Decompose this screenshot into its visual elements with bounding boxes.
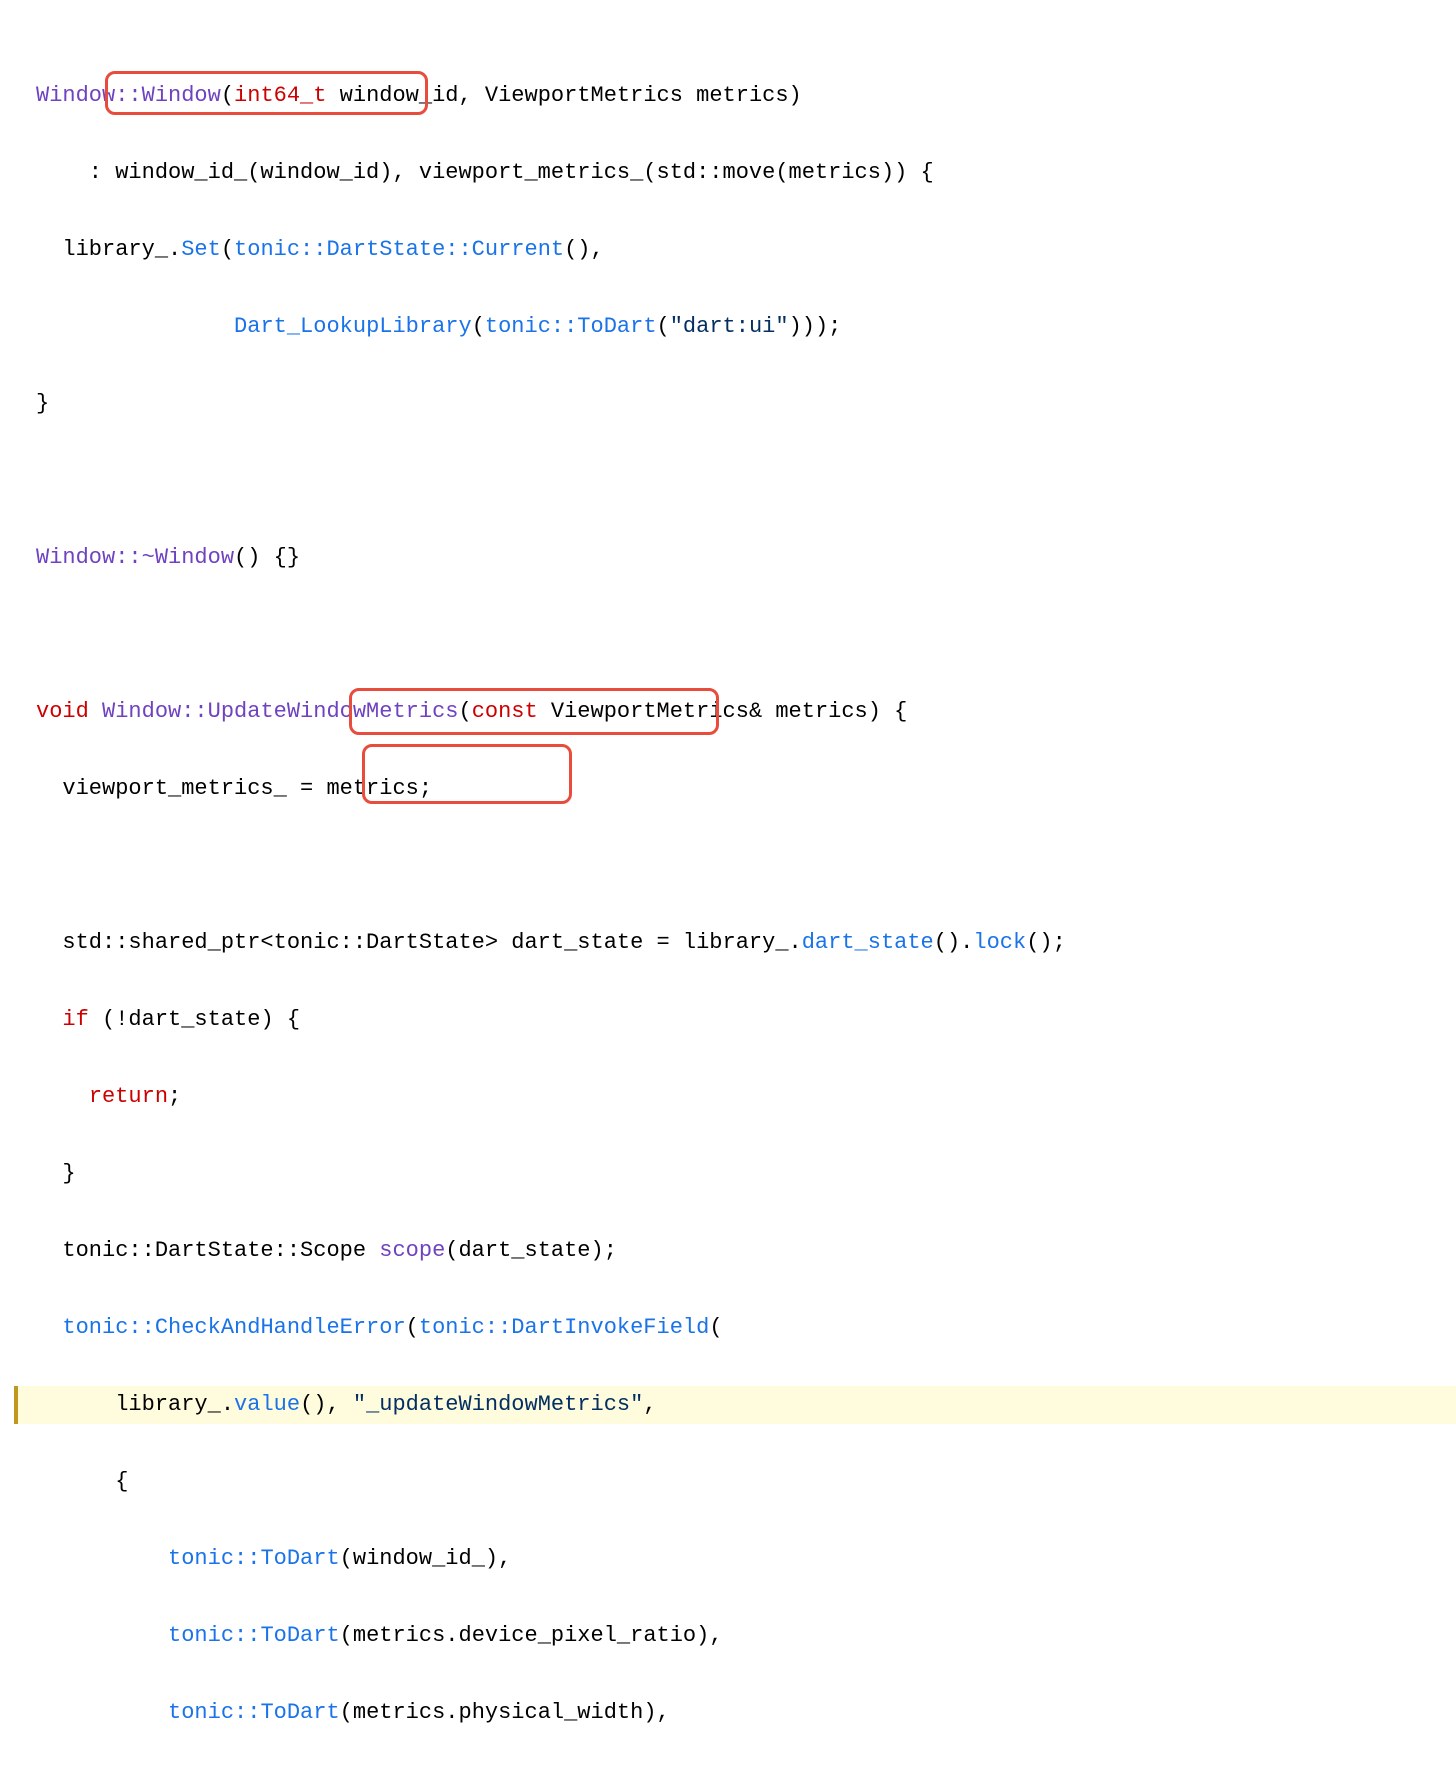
code-line-21: tonic::ToDart(metrics.device_pixel_ratio… — [36, 1617, 1456, 1656]
code-block: Window::Window(int64_t window_id, Viewpo… — [0, 0, 1456, 1771]
token-method: lock — [973, 930, 1026, 955]
code-line-10: viewport_metrics_ = metrics; — [36, 770, 1456, 809]
code-line-14: return; — [36, 1078, 1456, 1117]
token-string: "_updateWindowMetrics" — [353, 1392, 643, 1417]
token-class-method: Window::Window — [36, 83, 221, 108]
token-class-method: Window::UpdateWindowMetrics — [102, 699, 458, 724]
token-keyword: return — [89, 1084, 168, 1109]
code-line-19: { — [36, 1463, 1456, 1502]
token-qualified-name: tonic::ToDart — [168, 1546, 340, 1571]
code-line-12: std::shared_ptr<tonic::DartState> dart_s… — [36, 924, 1456, 963]
token-qualified-name: tonic::DartInvokeField — [419, 1315, 709, 1340]
token-keyword: if — [62, 1007, 88, 1032]
code-line-18-highlighted: library_.value(), "_updateWindowMetrics"… — [14, 1386, 1456, 1425]
token-qualified-name: tonic::ToDart — [168, 1623, 340, 1648]
token-method: dart_state — [802, 930, 934, 955]
code-line-13: if (!dart_state) { — [36, 1001, 1456, 1040]
code-line-1: Window::Window(int64_t window_id, Viewpo… — [36, 77, 1456, 116]
token-type: int64_t — [234, 83, 326, 108]
token-qualified-name: tonic::CheckAndHandleError — [62, 1315, 405, 1340]
code-line-5: } — [36, 385, 1456, 424]
code-line-blank-3 — [36, 847, 1456, 886]
token-string: "dart:ui" — [670, 314, 789, 339]
token-function: scope — [379, 1238, 445, 1263]
code-line-16: tonic::DartState::Scope scope(dart_state… — [36, 1232, 1456, 1271]
code-line-20: tonic::ToDart(window_id_), — [36, 1540, 1456, 1579]
token-method: Set — [181, 237, 221, 262]
token-function: Dart_LookupLibrary — [234, 314, 472, 339]
code-line-7: Window::~Window() {} — [36, 539, 1456, 578]
token-keyword: const — [472, 699, 538, 724]
code-line-3: library_.Set(tonic::DartState::Current()… — [36, 231, 1456, 270]
code-line-15: } — [36, 1155, 1456, 1194]
token-qualified-name: tonic::ToDart — [168, 1700, 340, 1725]
code-line-4: Dart_LookupLibrary(tonic::ToDart("dart:u… — [36, 308, 1456, 347]
code-line-9: void Window::UpdateWindowMetrics(const V… — [36, 693, 1456, 732]
code-line-blank-2 — [36, 616, 1456, 655]
code-line-22: tonic::ToDart(metrics.physical_width), — [36, 1694, 1456, 1733]
token-qualified-name: tonic::ToDart — [485, 314, 657, 339]
token-qualified-name: tonic::DartState::Current — [234, 237, 564, 262]
code-line-17: tonic::CheckAndHandleError(tonic::DartIn… — [36, 1309, 1456, 1348]
code-line-2: : window_id_(window_id), viewport_metric… — [36, 154, 1456, 193]
token-method: value — [234, 1392, 300, 1417]
code-line-blank-1 — [36, 462, 1456, 501]
token-destructor: Window::~Window — [36, 545, 234, 570]
token-keyword: void — [36, 699, 89, 724]
